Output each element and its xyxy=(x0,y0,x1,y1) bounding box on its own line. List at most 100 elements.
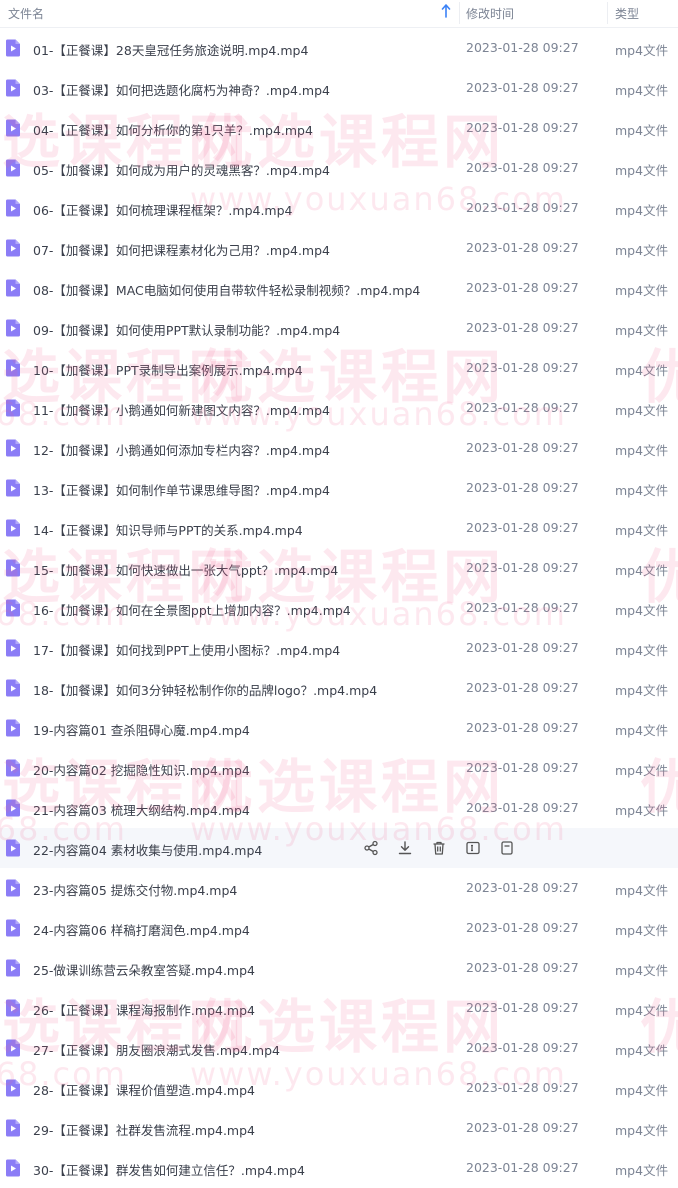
file-name[interactable]: 09-【加餐课】如何使用PPT默认录制功能？.mp4.mp4 xyxy=(33,320,340,339)
file-name[interactable]: 26-【正餐课】课程海报制作.mp4.mp4 xyxy=(33,1000,255,1019)
file-modified-time: 2023-01-28 09:27 xyxy=(466,1120,579,1135)
file-name[interactable]: 30-【正餐课】群发售如何建立信任？.mp4.mp4 xyxy=(33,1160,305,1179)
file-row[interactable]: 12-【加餐课】小鹅通如何添加专栏内容？.mp4.mp4 2023-01-28 0… xyxy=(0,428,678,468)
file-modified-time: 2023-01-28 09:27 xyxy=(466,1040,579,1055)
file-type: mp4文件 xyxy=(615,563,669,578)
video-file-icon xyxy=(5,839,21,857)
file-row[interactable]: 28-【正餐课】课程价值塑造.mp4.mp4 2023-01-28 09:27 mp… xyxy=(0,1068,678,1108)
file-row[interactable]: 07-【加餐课】如何把课程素材化为己用？.mp4.mp4 2023-01-28 0… xyxy=(0,228,678,268)
video-file-icon xyxy=(5,279,21,297)
file-type: mp4文件 xyxy=(615,803,669,818)
file-row[interactable]: 15-【加餐课】如何快速做出一张大气ppt？.mp4.mp4 2023-01-28… xyxy=(0,548,678,588)
file-row[interactable]: 01-【正餐课】28天皇冠任务旅途说明.mp4.mp4 2023-01-28 09… xyxy=(0,28,678,68)
file-name[interactable]: 23-内容篇05 提炼交付物.mp4.mp4 xyxy=(33,880,237,899)
column-header-name[interactable]: 文件名 xyxy=(8,5,44,22)
column-divider[interactable] xyxy=(607,2,608,24)
arrow-up-icon[interactable] xyxy=(441,4,451,18)
file-row[interactable]: 22-内容篇04 素材收集与使用.mp4.mp4 xyxy=(0,828,678,868)
file-type: mp4文件 xyxy=(615,83,669,98)
file-row[interactable]: 05-【加餐课】如何成为用户的灵魂黑客？.mp4.mp4 2023-01-28 0… xyxy=(0,148,678,188)
file-row[interactable]: 09-【加餐课】如何使用PPT默认录制功能？.mp4.mp4 2023-01-28… xyxy=(0,308,678,348)
file-name[interactable]: 11-【加餐课】小鹅通如何新建图文内容？.mp4.mp4 xyxy=(33,400,330,419)
file-name[interactable]: 18-【加餐课】如何3分钟轻松制作你的品牌logo？.mp4.mp4 xyxy=(33,680,377,699)
file-name[interactable]: 06-【正餐课】如何梳理课程框架？.mp4.mp4 xyxy=(33,200,293,219)
file-modified-time: 2023-01-28 09:27 xyxy=(466,360,579,375)
file-type: mp4文件 xyxy=(615,243,669,258)
file-name[interactable]: 14-【正餐课】知识导师与PPT的关系.mp4.mp4 xyxy=(33,520,303,539)
file-name[interactable]: 08-【加餐课】MAC电脑如何使用自带软件轻松录制视频？.mp4.mp4 xyxy=(33,280,420,299)
file-row[interactable]: 11-【加餐课】小鹅通如何新建图文内容？.mp4.mp4 2023-01-28 0… xyxy=(0,388,678,428)
file-modified-time: 2023-01-28 09:27 xyxy=(466,1160,579,1175)
file-name[interactable]: 12-【加餐课】小鹅通如何添加专栏内容？.mp4.mp4 xyxy=(33,440,330,459)
file-row[interactable]: 17-【加餐课】如何找到PPT上使用小图标？.mp4.mp4 2023-01-28… xyxy=(0,628,678,668)
file-row[interactable]: 03-【正餐课】如何把选题化腐朽为神奇？.mp4.mp4 2023-01-28 0… xyxy=(0,68,678,108)
video-file-icon xyxy=(5,239,21,257)
file-type: mp4文件 xyxy=(615,163,669,178)
video-file-icon xyxy=(5,359,21,377)
file-name[interactable]: 16-【加餐课】如何在全景图ppt上增加内容？.mp4.mp4 xyxy=(33,600,351,619)
file-name[interactable]: 05-【加餐课】如何成为用户的灵魂黑客？.mp4.mp4 xyxy=(33,160,330,179)
file-list-header: 文件名 修改时间 类型 xyxy=(0,0,678,28)
video-file-icon xyxy=(5,719,21,737)
file-name[interactable]: 29-【正餐课】社群发售流程.mp4.mp4 xyxy=(33,1120,255,1139)
file-name[interactable]: 07-【加餐课】如何把课程素材化为己用？.mp4.mp4 xyxy=(33,240,330,259)
file-row[interactable]: 14-【正餐课】知识导师与PPT的关系.mp4.mp4 2023-01-28 09… xyxy=(0,508,678,548)
file-name[interactable]: 03-【正餐课】如何把选题化腐朽为神奇？.mp4.mp4 xyxy=(33,80,330,99)
file-name[interactable]: 20-内容篇02 挖掘隐性知识.mp4.mp4 xyxy=(33,760,250,779)
file-row[interactable]: 04-【正餐课】如何分析你的第1只羊？.mp4.mp4 2023-01-28 09… xyxy=(0,108,678,148)
video-file-icon xyxy=(5,559,21,577)
file-name[interactable]: 28-【正餐课】课程价值塑造.mp4.mp4 xyxy=(33,1080,255,1099)
file-row[interactable]: 19-内容篇01 查杀阻碍心魔.mp4.mp4 2023-01-28 09:27 m… xyxy=(0,708,678,748)
rename-icon[interactable] xyxy=(465,840,481,856)
file-modified-time: 2023-01-28 09:27 xyxy=(466,760,579,775)
video-file-icon xyxy=(5,159,21,177)
file-name[interactable]: 24-内容篇06 样稿打磨润色.mp4.mp4 xyxy=(33,920,250,939)
file-name[interactable]: 25-做课训练营云朵教室答疑.mp4.mp4 xyxy=(33,960,255,979)
file-row[interactable]: 26-【正餐课】课程海报制作.mp4.mp4 2023-01-28 09:27 mp… xyxy=(0,988,678,1028)
video-file-icon xyxy=(5,479,21,497)
share-icon[interactable] xyxy=(363,840,379,856)
file-row[interactable]: 06-【正餐课】如何梳理课程框架？.mp4.mp4 2023-01-28 09:2… xyxy=(0,188,678,228)
file-name[interactable]: 27-【正餐课】朋友圈浪潮式发售.mp4.mp4 xyxy=(33,1040,280,1059)
file-row[interactable]: 27-【正餐课】朋友圈浪潮式发售.mp4.mp4 2023-01-28 09:27… xyxy=(0,1028,678,1068)
file-name[interactable]: 17-【加餐课】如何找到PPT上使用小图标？.mp4.mp4 xyxy=(33,640,340,659)
file-row[interactable]: 30-【正餐课】群发售如何建立信任？.mp4.mp4 2023-01-28 09:… xyxy=(0,1148,678,1188)
file-row[interactable]: 13-【正餐课】如何制作单节课思维导图？.mp4.mp4 2023-01-28 0… xyxy=(0,468,678,508)
file-row[interactable]: 21-内容篇03 梳理大纲结构.mp4.mp4 2023-01-28 09:27 m… xyxy=(0,788,678,828)
file-row[interactable]: 20-内容篇02 挖掘隐性知识.mp4.mp4 2023-01-28 09:27 m… xyxy=(0,748,678,788)
delete-icon[interactable] xyxy=(431,840,447,856)
file-row[interactable]: 25-做课训练营云朵教室答疑.mp4.mp4 2023-01-28 09:27 mp… xyxy=(0,948,678,988)
file-list: 01-【正餐课】28天皇冠任务旅途说明.mp4.mp4 2023-01-28 09… xyxy=(0,28,678,1188)
file-row[interactable]: 29-【正餐课】社群发售流程.mp4.mp4 2023-01-28 09:27 mp… xyxy=(0,1108,678,1148)
file-row[interactable]: 16-【加餐课】如何在全景图ppt上增加内容？.mp4.mp4 2023-01-2… xyxy=(0,588,678,628)
video-file-icon xyxy=(5,679,21,697)
file-row[interactable]: 10-【加餐课】PPT录制导出案例展示.mp4.mp4 2023-01-28 09… xyxy=(0,348,678,388)
file-type: mp4文件 xyxy=(615,963,669,978)
file-row[interactable]: 23-内容篇05 提炼交付物.mp4.mp4 2023-01-28 09:27 mp… xyxy=(0,868,678,908)
video-file-icon xyxy=(5,999,21,1017)
file-name[interactable]: 21-内容篇03 梳理大纲结构.mp4.mp4 xyxy=(33,800,250,819)
file-modified-time: 2023-01-28 09:27 xyxy=(466,40,579,55)
file-name[interactable]: 10-【加餐课】PPT录制导出案例展示.mp4.mp4 xyxy=(33,360,303,379)
file-type: mp4文件 xyxy=(615,1043,669,1058)
file-name[interactable]: 04-【正餐课】如何分析你的第1只羊？.mp4.mp4 xyxy=(33,120,313,139)
file-name[interactable]: 19-内容篇01 查杀阻碍心魔.mp4.mp4 xyxy=(33,720,250,739)
file-type: mp4文件 xyxy=(615,603,669,618)
column-header-type[interactable]: 类型 xyxy=(615,5,639,22)
file-name[interactable]: 01-【正餐课】28天皇冠任务旅途说明.mp4.mp4 xyxy=(33,40,308,59)
file-type: mp4文件 xyxy=(615,1083,669,1098)
file-modified-time: 2023-01-28 09:27 xyxy=(466,520,579,535)
file-name[interactable]: 22-内容篇04 素材收集与使用.mp4.mp4 xyxy=(33,840,262,859)
file-type: mp4文件 xyxy=(615,43,669,58)
file-name[interactable]: 13-【正餐课】如何制作单节课思维导图？.mp4.mp4 xyxy=(33,480,330,499)
file-row[interactable]: 24-内容篇06 样稿打磨润色.mp4.mp4 2023-01-28 09:27 m… xyxy=(0,908,678,948)
file-type: mp4文件 xyxy=(615,1003,669,1018)
file-row[interactable]: 08-【加餐课】MAC电脑如何使用自带软件轻松录制视频？.mp4.mp4 2023… xyxy=(0,268,678,308)
file-type: mp4文件 xyxy=(615,1163,669,1178)
file-row[interactable]: 18-【加餐课】如何3分钟轻松制作你的品牌logo？.mp4.mp4 2023-0… xyxy=(0,668,678,708)
more-icon[interactable] xyxy=(499,840,515,856)
file-name[interactable]: 15-【加餐课】如何快速做出一张大气ppt？.mp4.mp4 xyxy=(33,560,338,579)
download-icon[interactable] xyxy=(397,840,413,856)
column-header-time[interactable]: 修改时间 xyxy=(466,5,514,22)
column-divider[interactable] xyxy=(459,2,460,24)
